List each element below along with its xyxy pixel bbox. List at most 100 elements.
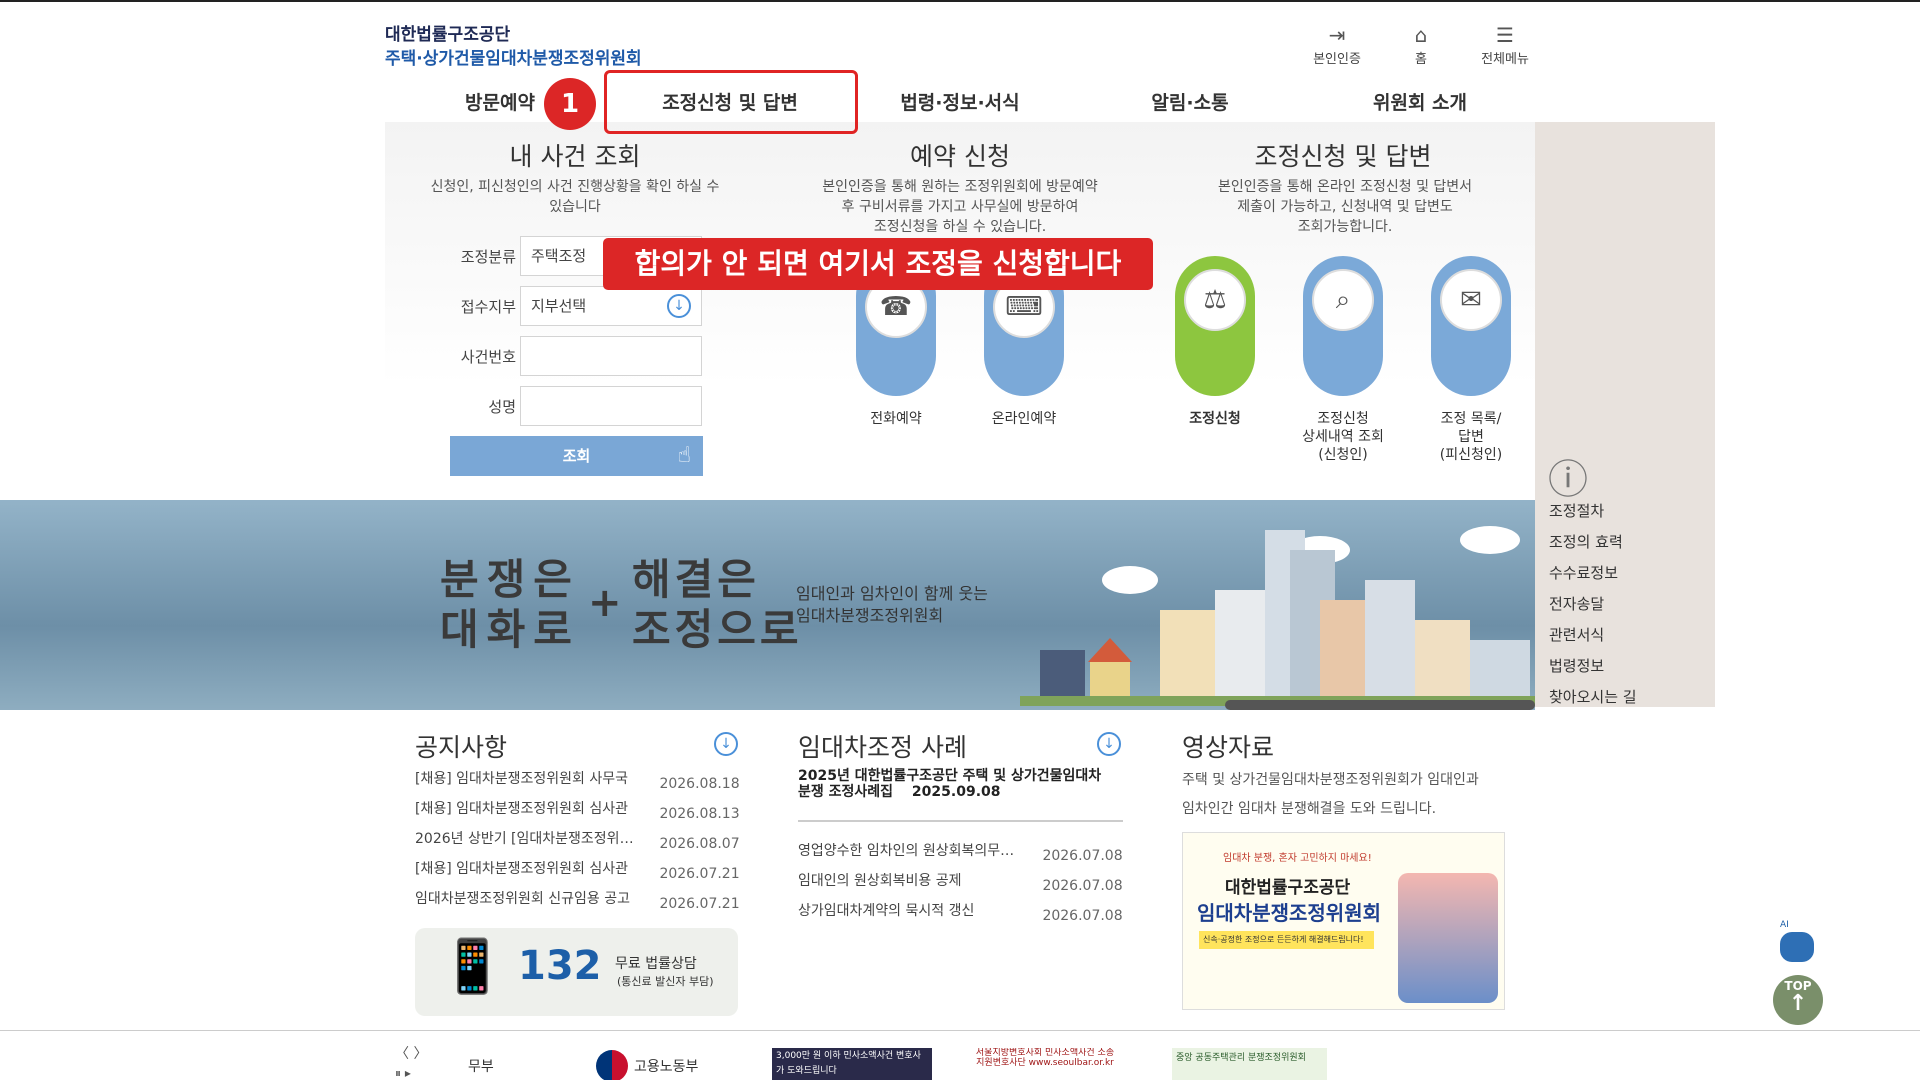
- banner-sub-line2: 임대차분쟁조정위원회: [796, 606, 944, 625]
- footer-partner-moel-label: 고용노동부: [634, 1059, 699, 1075]
- video-desc-line1: 주택 및 상가건물임대차분쟁조정위원회가 임대인과: [1182, 772, 1479, 788]
- quick-item-effect[interactable]: 조정의 효력: [1549, 531, 1623, 552]
- ai-chatbot-button[interactable]: AI: [1780, 920, 1816, 964]
- mediation-request-label-1: 조정신청: [1189, 411, 1241, 427]
- mediation-desc-3: 조회가능합니다.: [1297, 219, 1393, 235]
- nav-notice-communication[interactable]: 알림·소통: [1110, 88, 1270, 115]
- robot-icon: [1780, 932, 1814, 962]
- nav-committee-intro[interactable]: 위원회 소개: [1340, 88, 1500, 115]
- notice-row-text: 2026년 상반기 [임대차분쟁조정위원회: [415, 831, 635, 847]
- document-search-icon: ⌕: [1312, 269, 1374, 331]
- highlight-box: [604, 70, 858, 134]
- nav-law-info-forms[interactable]: 법령·정보·서식: [870, 88, 1050, 115]
- mediation-detail-button[interactable]: ⌕: [1303, 256, 1383, 396]
- notices-more-icon[interactable]: ↓: [714, 732, 738, 756]
- footer-partner-lawyer-banner[interactable]: 3,000만 원 이하 민사소액사건 변호사가 도와드립니다: [772, 1048, 932, 1080]
- home-button[interactable]: ⌂ 홈: [1376, 22, 1466, 67]
- mediation-list-label-1: 조정 목록/: [1440, 411, 1502, 427]
- notice-row-date: 2026.08.07: [659, 836, 740, 852]
- cases-title: 임대차조정 사례: [798, 733, 967, 762]
- reservation-title: 예약 신청: [910, 142, 1010, 171]
- online-reservation-label: 온라인예약: [991, 411, 1057, 427]
- scroll-top-button[interactable]: TOP ↑: [1773, 975, 1823, 1025]
- login-label: 본인인증: [1313, 52, 1361, 67]
- notice-row[interactable]: [채용] 임대차분쟁조정위원회 사무국 2026.08.18: [415, 768, 740, 792]
- all-menu-button[interactable]: ☰ 전체메뉴: [1460, 22, 1550, 67]
- notice-row[interactable]: [채용] 임대차분쟁조정위원회 심사관 2026.08.13: [415, 798, 740, 822]
- login-button[interactable]: ⇥ 본인인증: [1292, 22, 1382, 67]
- quick-item-forms[interactable]: 관련서식: [1549, 624, 1604, 645]
- lookup-button[interactable]: 조회 ☝: [450, 436, 703, 476]
- notices-title: 공지사항: [415, 733, 508, 762]
- mediation-list-label-2: 답변: [1458, 429, 1484, 445]
- reservation-desc-3: 조정신청을 하실 수 있습니다.: [873, 219, 1047, 235]
- logo-committee-name[interactable]: 주택·상가건물임대차분쟁조정위원회: [385, 44, 642, 69]
- case-lookup-desc-2: 있습니다: [549, 199, 601, 215]
- reservation-desc-2: 후 구비서류를 가지고 사무실에 방문하여: [841, 199, 1079, 215]
- video-desc: 주택 및 상가건물임대차분쟁조정위원회가 임대인과 임차인간 임대차 분쟁해결을…: [1182, 766, 1512, 824]
- footer-partner-moel[interactable]: 고용노동부: [596, 1050, 698, 1080]
- notice-row-text: [채용] 임대차분쟁조정위원회 심사관: [415, 801, 629, 817]
- case-featured[interactable]: 2025년 대한법률구조공단 주택 및 상가건물임대차 분쟁 조정사례집 202…: [798, 768, 1123, 800]
- step-badge: 1: [544, 78, 596, 130]
- call-note: (통신료 발신자 부담): [617, 975, 714, 988]
- notice-row-date: 2026.07.21: [659, 896, 740, 912]
- notice-row-text: [채용] 임대차분쟁조정위원회 사무국: [415, 771, 629, 787]
- nav-visit-reservation[interactable]: 방문예약: [440, 88, 560, 115]
- notice-row[interactable]: 임대차분쟁조정위원회 신규임용 공고 2026.07.21: [415, 888, 740, 912]
- info-search-icon: ⓘ: [1548, 457, 1588, 503]
- case-row[interactable]: 영업양수한 임차인의 원상회복의무 범위 2026.07.08: [798, 840, 1123, 864]
- banner-right-text: 해결은 조정으로: [632, 555, 803, 655]
- case-divider: [798, 820, 1123, 822]
- logo-org-name[interactable]: 대한법률구조공단: [385, 20, 510, 45]
- notice-row-text: [채용] 임대차분쟁조정위원회 심사관: [415, 861, 629, 877]
- case-featured-line1: 2025년 대한법률구조공단 주택 및 상가건물임대차: [798, 768, 1102, 784]
- mediation-list-button[interactable]: ✉: [1431, 256, 1511, 396]
- quick-item-law-info[interactable]: 법령정보: [1549, 655, 1604, 676]
- chevron-down-icon[interactable]: ↓: [667, 294, 691, 318]
- field-label-branch: 접수지부: [460, 298, 516, 316]
- notice-row[interactable]: [채용] 임대차분쟁조정위원회 심사관 2026.07.21: [415, 858, 740, 882]
- all-menu-label: 전체메뉴: [1481, 52, 1529, 67]
- case-lookup-title: 내 사건 조회: [509, 142, 641, 171]
- case-row[interactable]: 임대인의 원상회복비용 공제 2026.07.08: [798, 870, 1123, 894]
- field-label-case-number: 사건번호: [460, 348, 516, 366]
- mediation-desc-2: 제출이 가능하고, 신청내역 및 답변도: [1237, 199, 1453, 215]
- name-input[interactable]: [520, 386, 702, 426]
- call-number: 132: [518, 943, 602, 989]
- mediation-detail-label-3: (신청인): [1318, 447, 1368, 463]
- banner-left-text: 분쟁은 대화로: [440, 555, 580, 655]
- thumb-slogan: 신속·공정한 조정으로 든든하게 해결해드립니다!: [1199, 931, 1374, 949]
- mediation-request-button[interactable]: ⚖: [1175, 256, 1255, 396]
- cases-more-icon[interactable]: ↓: [1097, 732, 1121, 756]
- video-thumbnail[interactable]: 임대차 분쟁, 혼자 고민하지 마세요! 대한법률구조공단 임대차분쟁조정위원회…: [1182, 832, 1505, 1010]
- scales-icon: ⚖: [1184, 269, 1246, 331]
- quick-item-directions[interactable]: 찾아오시는 길: [1549, 686, 1637, 707]
- video-title: 영상자료: [1182, 733, 1275, 762]
- chat-person-icon: ✉: [1440, 269, 1502, 331]
- banner-sub-line1: 임대인과 임차인이 함께 웃는: [796, 584, 988, 603]
- footer-partner-seoulbar[interactable]: 서울지방변호사회 민사소액사건 소송지원변호사단 www.seoulbar.or…: [975, 1048, 1115, 1080]
- notice-row[interactable]: 2026년 상반기 [임대차분쟁조정위원회 2026.08.07: [415, 828, 740, 852]
- case-row-text: 상가임대차계약의 묵시적 갱신: [798, 903, 975, 919]
- case-row[interactable]: 상가임대차계약의 묵시적 갱신 2026.07.08: [798, 900, 1123, 924]
- reservation-desc-1: 본인인증을 통해 원하는 조정위원회에 방문예약: [822, 179, 1098, 195]
- footer-partner-1[interactable]: 무부: [468, 1056, 494, 1080]
- footer-divider: [0, 1030, 1920, 1031]
- quick-item-fees[interactable]: 수수료정보: [1549, 562, 1618, 583]
- thumb-committee: 임대차분쟁조정위원회: [1197, 901, 1381, 925]
- footer-partner-housing[interactable]: 중앙 공동주택관리 분쟁조정위원회: [1172, 1048, 1327, 1080]
- case-row-date: 2026.07.08: [1042, 878, 1123, 894]
- footer-slider-pause-play[interactable]: ⏸ ▸: [395, 1066, 411, 1080]
- reservation-desc: 본인인증을 통해 원하는 조정위원회에 방문예약 후 구비서류를 가지고 사무실…: [790, 177, 1130, 237]
- case-lookup-desc-1: 신청인, 피신청인의 사건 진행상황을 확인 하실 수: [430, 179, 720, 195]
- quick-item-procedure[interactable]: 조정절차: [1549, 500, 1604, 521]
- home-label: 홈: [1415, 52, 1427, 67]
- lookup-button-label: 조회: [562, 447, 591, 465]
- quick-item-e-delivery[interactable]: 전자송달: [1549, 593, 1604, 614]
- case-featured-date: 2025.09.08: [911, 784, 1001, 800]
- banner-right-line1: 해결은: [632, 555, 760, 604]
- notice-row-date: 2026.08.13: [659, 806, 740, 822]
- case-number-input[interactable]: [520, 336, 702, 376]
- footer-slider-prev-next[interactable]: 〈 〉: [395, 1043, 427, 1063]
